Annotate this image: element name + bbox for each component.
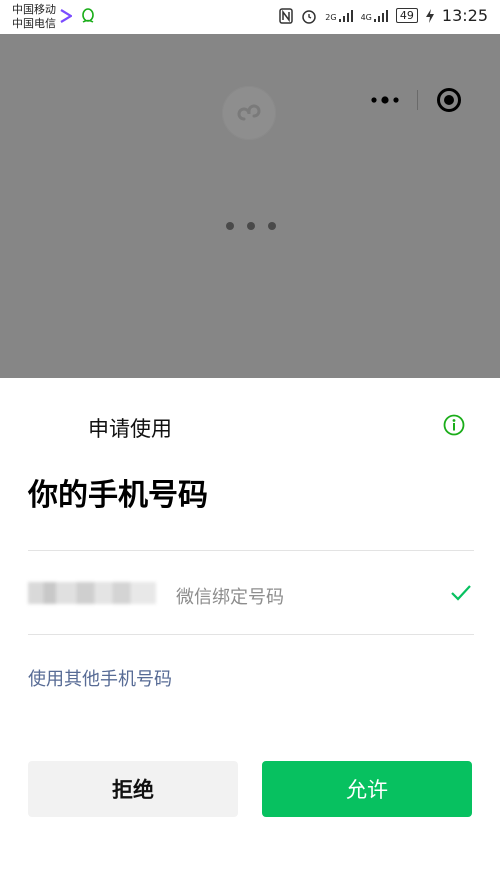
system-status: 2G 4G 49 13:25 (279, 6, 488, 25)
signal-icon (338, 9, 353, 22)
use-other-number-link[interactable]: 使用其他手机号码 (28, 665, 172, 691)
signal-4g: 4G (360, 9, 388, 22)
close-miniprogram-button[interactable] (419, 80, 479, 120)
qq-icon (82, 8, 94, 23)
charging-icon (425, 8, 434, 23)
phone-authorization-sheet: 申请使用 你的手机号码 微信绑定号码 使用其他手机号码 拒绝 允许 (0, 378, 500, 889)
dialog-title: 你的手机号码 (28, 478, 208, 513)
miniprogram-logo-glyph (237, 104, 261, 121)
divider-top (28, 550, 474, 551)
more-dots-icon (371, 96, 399, 104)
allow-button[interactable]: 允许 (262, 761, 472, 817)
info-icon[interactable] (443, 414, 465, 436)
status-bar: 中国移动 中国电信 2G 4G 49 13:25 (0, 0, 500, 34)
loading-dot (226, 222, 234, 230)
network-4g-label: 4G (360, 12, 372, 22)
loading-dot (268, 222, 276, 230)
notification-icons (60, 8, 96, 24)
request-label: 申请使用 (88, 417, 172, 441)
carrier-1: 中国移动 (12, 3, 56, 16)
carrier-names: 中国移动 中国电信 (12, 3, 56, 31)
carrier-2: 中国电信 (12, 17, 56, 30)
nfc-icon (279, 7, 294, 24)
background-overlay[interactable] (0, 34, 500, 378)
signal-2g: 2G (325, 9, 353, 22)
deny-button[interactable]: 拒绝 (28, 761, 238, 817)
alarm-icon (302, 9, 317, 24)
network-2g-label: 2G (325, 12, 337, 22)
check-icon (451, 585, 471, 601)
masked-phone-number (28, 582, 156, 604)
target-close-icon (437, 88, 461, 112)
arrow-app-icon (60, 9, 72, 23)
battery-level: 49 (395, 8, 418, 23)
signal-icon (373, 9, 388, 22)
loading-dot (247, 222, 255, 230)
more-button[interactable] (353, 80, 417, 120)
clock: 13:25 (441, 6, 488, 25)
divider-bottom (28, 634, 474, 635)
phone-option-label: 微信绑定号码 (176, 587, 284, 608)
miniprogram-logo-icon (222, 86, 276, 140)
capsule-menu (353, 80, 479, 120)
capsule-divider (417, 90, 418, 110)
loading-dots (226, 222, 276, 230)
